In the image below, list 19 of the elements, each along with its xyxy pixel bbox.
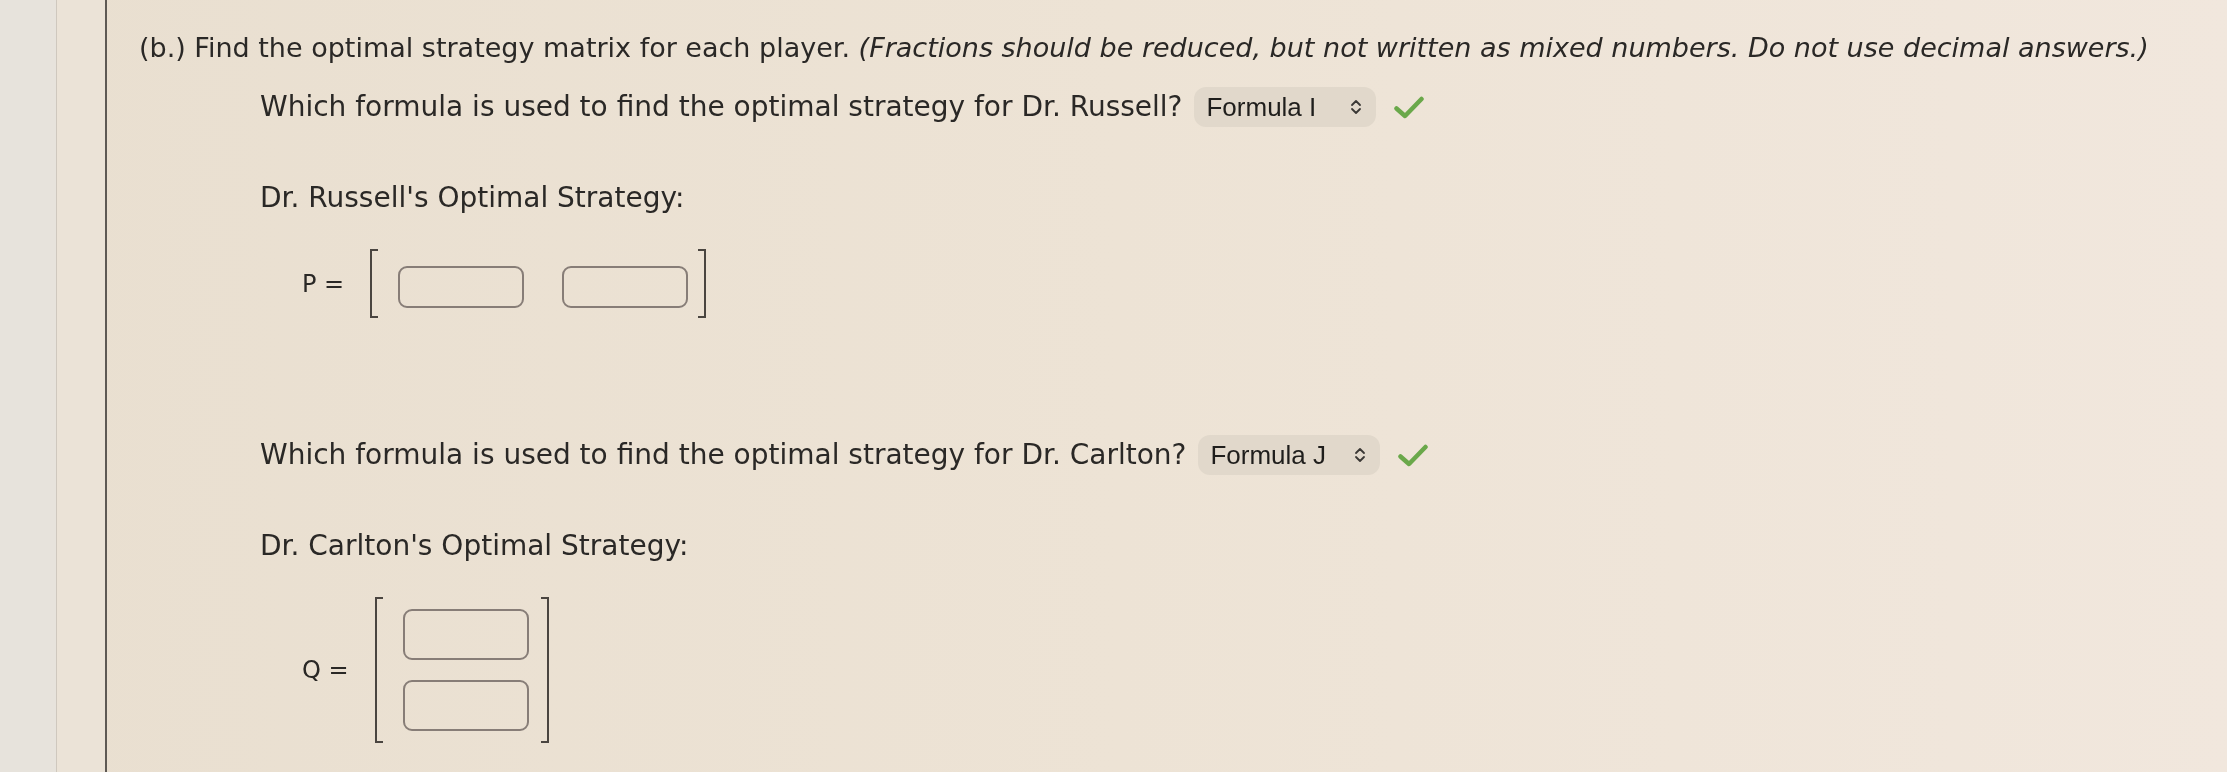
up-down-chevron-icon (1354, 447, 1367, 463)
strategy-label: Dr. Carlton's Optimal Strategy: (260, 529, 690, 563)
answer-box[interactable] (402, 680, 529, 731)
matrix-label: Q = (302, 655, 349, 686)
strategy-label: Dr. Russell's Optimal Strategy: (260, 181, 686, 215)
instruction-text: (b.) Find the optimal strategy matrix for each player. (Fractions should be reduced, but not written as mixed numbers. Do not use decimal answers.) (139, 31, 2150, 65)
answer-box[interactable] (402, 609, 529, 660)
formula-dropdown[interactable]: Formula I (1194, 87, 1377, 127)
matrix-label: P = (302, 268, 345, 300)
answer-box[interactable] (562, 266, 689, 308)
question-text: Which formula is used to find the optimal strategy for Dr. Russell? (260, 90, 1183, 124)
up-down-chevron-icon (1350, 99, 1363, 115)
left-bracket-icon (370, 249, 379, 318)
right-bracket-icon (540, 597, 549, 743)
answer-box[interactable] (398, 266, 525, 308)
formula-dropdown[interactable]: Formula J (1198, 435, 1381, 475)
left-bracket-icon (374, 597, 383, 743)
question-text: Which formula is used to find the optimal strategy for Dr. Carlton? (260, 438, 1187, 472)
right-bracket-icon (698, 249, 707, 318)
